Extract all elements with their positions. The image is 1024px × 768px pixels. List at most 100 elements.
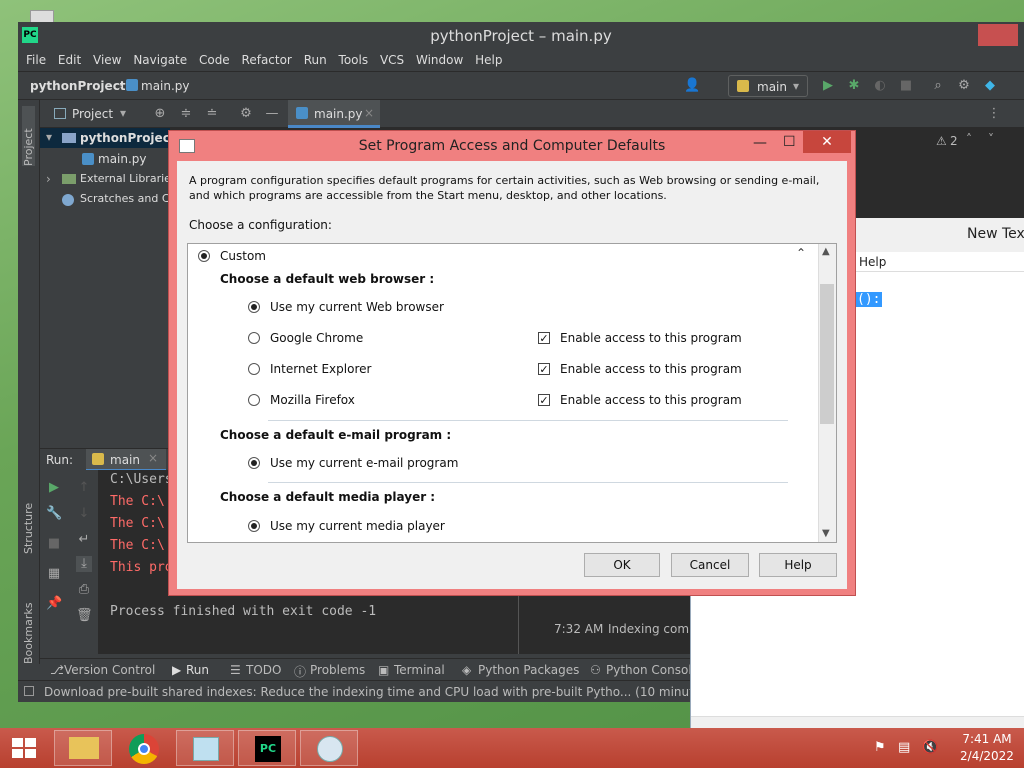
close-window-button[interactable] (978, 24, 1018, 46)
breadcrumb-project[interactable]: pythonProject (30, 79, 126, 93)
speaker-muted-icon[interactable]: 🔇 (922, 740, 938, 755)
minimize-icon[interactable]: — (753, 135, 767, 151)
expand-all-icon[interactable]: ≑ (178, 106, 194, 122)
more-icon[interactable]: ⋮ (986, 106, 1002, 122)
coverage-icon[interactable]: ◐ (872, 78, 888, 94)
taskbar-notepad[interactable] (176, 730, 234, 766)
collapse-up-icon[interactable]: ⌃ (796, 246, 806, 260)
chevron-up-icon[interactable]: ˄ (966, 132, 972, 146)
hide-icon[interactable]: — (264, 106, 280, 122)
gear-icon[interactable]: ⚙ (238, 106, 254, 122)
ie-enable-checkbox[interactable]: ✓ (538, 363, 550, 375)
menu-vcs[interactable]: VCS (380, 50, 404, 67)
notepad-selected-text[interactable]: (): (855, 292, 883, 307)
chevron-right-icon[interactable]: › (46, 172, 51, 186)
run-config-selector[interactable]: main ▾ (728, 75, 808, 97)
tree-file-main[interactable]: main.py (98, 152, 147, 166)
menu-window[interactable]: Window (416, 50, 463, 67)
trash-icon[interactable]: 🗑 (76, 608, 93, 624)
stop-icon[interactable]: ■ (898, 78, 914, 94)
menu-navigate[interactable]: Navigate (133, 50, 187, 67)
taskbar-pycharm[interactable]: PC (238, 730, 296, 766)
browser-current-radio[interactable] (248, 301, 260, 313)
tab-python-console[interactable]: Python Console (606, 663, 699, 677)
breadcrumb-file[interactable]: main.py (141, 79, 190, 93)
dialog-close-button[interactable]: ✕ (803, 131, 851, 153)
editor-tab-main[interactable]: main.py × (288, 100, 380, 128)
firefox-radio[interactable] (248, 394, 260, 406)
ok-button[interactable]: OK (584, 553, 660, 577)
custom-radio[interactable] (198, 250, 210, 262)
status-toggle-icon[interactable] (24, 686, 34, 696)
tab-problems[interactable]: Problems (310, 663, 365, 677)
tab-python-packages[interactable]: Python Packages (478, 663, 579, 677)
tree-external-libraries[interactable]: External Libraries (80, 172, 177, 185)
taskbar-file-explorer[interactable] (54, 730, 112, 766)
close-icon[interactable]: × (148, 451, 158, 465)
rerun-icon[interactable]: ▶ (46, 480, 62, 496)
chevron-down-icon[interactable]: ▾ (120, 106, 126, 120)
search-icon[interactable]: ⌕ (930, 78, 946, 94)
firefox-enable-checkbox[interactable]: ✓ (538, 394, 550, 406)
taskbar-chrome[interactable] (114, 730, 172, 766)
debug-icon[interactable]: ✱ (846, 78, 862, 94)
gear-icon[interactable]: ⚙ (956, 78, 972, 94)
notepad-menu-help[interactable]: Help (859, 255, 886, 269)
scroll-down-icon[interactable]: ▼ (822, 528, 830, 539)
clock-date[interactable]: 2/4/2022 (956, 749, 1018, 763)
tab-terminal[interactable]: Terminal (394, 663, 445, 677)
run-tab-main[interactable]: main × (86, 449, 166, 471)
collapse-all-icon[interactable]: ≐ (204, 106, 220, 122)
scroll-to-end-icon[interactable]: ⤓ (76, 556, 92, 572)
pin-icon[interactable]: 📌 (46, 596, 62, 612)
maximize-icon[interactable]: ☐ (783, 134, 796, 150)
user-icon[interactable]: 👤 (684, 78, 700, 94)
menu-code[interactable]: Code (199, 50, 230, 67)
locate-icon[interactable]: ⊕ (152, 106, 168, 122)
chevron-down-icon[interactable]: ▾ (46, 130, 52, 144)
menu-file[interactable]: File (26, 50, 46, 67)
tree-scratches[interactable]: Scratches and Co (80, 192, 176, 205)
jetbrains-logo-icon[interactable]: ◆ (982, 78, 998, 94)
tree-root-project[interactable]: pythonProject (80, 131, 176, 145)
menu-view[interactable]: View (93, 50, 121, 67)
sidebar-structure-tab[interactable]: Structure (22, 484, 35, 554)
scrollbar-thumb[interactable] (820, 284, 834, 424)
flag-icon[interactable]: ⚑ (874, 740, 886, 755)
tab-todo[interactable]: TODO (246, 663, 281, 677)
menu-run[interactable]: Run (304, 50, 327, 67)
tab-run[interactable]: Run (186, 663, 209, 677)
soft-wrap-icon[interactable]: ↵ (76, 532, 92, 548)
status-message[interactable]: Download pre-built shared indexes: Reduc… (44, 685, 738, 699)
help-button[interactable]: Help (759, 553, 837, 577)
network-icon[interactable]: ▤ (898, 740, 910, 755)
scroll-up-icon[interactable]: ▲ (822, 246, 830, 257)
project-panel-label[interactable]: Project (72, 107, 113, 121)
warning-icon[interactable]: ⚠ (936, 134, 947, 148)
menu-tools[interactable]: Tools (339, 50, 369, 67)
run-icon[interactable]: ▶ (820, 78, 836, 94)
email-current-radio[interactable] (248, 457, 260, 469)
windows-start-icon[interactable] (12, 738, 36, 758)
arrow-down-icon[interactable]: ↓ (76, 506, 92, 522)
taskbar-default-programs[interactable] (300, 730, 358, 766)
chevron-down-icon[interactable]: ˅ (988, 132, 994, 146)
stop-icon[interactable]: ■ (46, 536, 62, 552)
tab-version-control[interactable]: Version Control (64, 663, 155, 677)
menu-refactor[interactable]: Refactor (242, 50, 292, 67)
cancel-button[interactable]: Cancel (671, 553, 749, 577)
sidebar-project-tab[interactable]: Project (22, 106, 35, 166)
chrome-radio[interactable] (248, 332, 260, 344)
menu-edit[interactable]: Edit (58, 50, 81, 67)
arrow-up-icon[interactable]: ↑ (76, 480, 92, 496)
print-icon[interactable]: ⎙ (76, 582, 92, 598)
ie-radio[interactable] (248, 363, 260, 375)
layout-icon[interactable]: ▦ (46, 566, 62, 582)
close-icon[interactable]: × (364, 106, 374, 120)
wrench-icon[interactable]: 🔧 (46, 506, 62, 522)
media-current-radio[interactable] (248, 520, 260, 532)
sidebar-bookmarks-tab[interactable]: Bookmarks (22, 594, 35, 664)
menu-help[interactable]: Help (475, 50, 502, 67)
clock-time[interactable]: 7:41 AM (956, 732, 1018, 746)
chrome-enable-checkbox[interactable]: ✓ (538, 332, 550, 344)
